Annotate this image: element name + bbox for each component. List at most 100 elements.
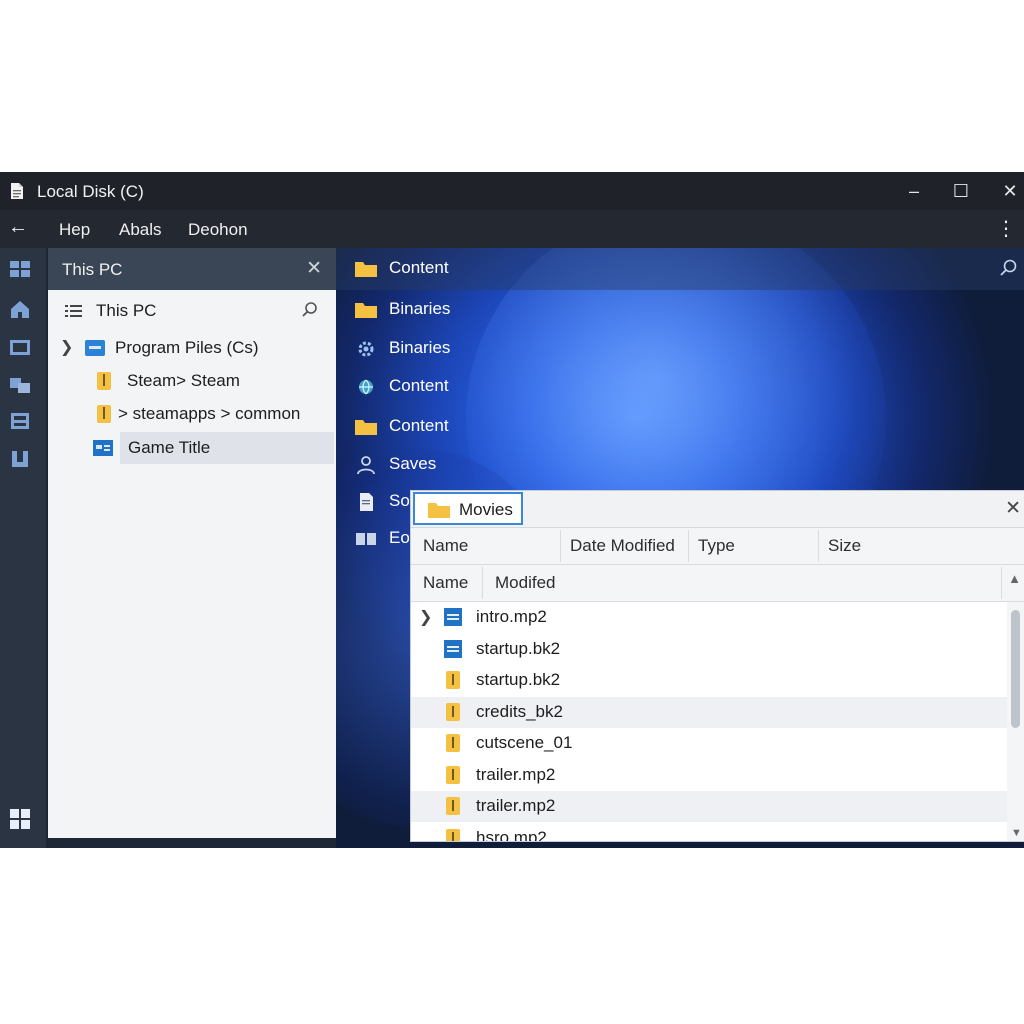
column-type[interactable]: Type xyxy=(698,536,735,556)
column-date-modified[interactable]: Date Modified xyxy=(570,536,675,556)
desktop-item-label: Binaries xyxy=(389,299,451,318)
more-options-icon[interactable]: ⋮ xyxy=(996,216,1016,241)
scrollbar-thumb[interactable] xyxy=(1011,610,1020,728)
desktop-item-label: Content xyxy=(389,376,449,395)
start-menu-icon[interactable] xyxy=(9,808,31,830)
file-list: ❯ intro.mp2 startup.bk2 startup.bk2 cred… xyxy=(411,602,1007,841)
drive-icon[interactable] xyxy=(9,410,31,432)
column-size[interactable]: Size xyxy=(828,536,861,556)
tree-item-label: > steamapps > common xyxy=(118,404,301,423)
close-icon[interactable]: ✕ xyxy=(1005,497,1021,520)
tree-item-steam[interactable]: Steam> Steam xyxy=(48,365,336,397)
table-row[interactable]: hsro.mp2 xyxy=(411,823,1007,841)
app-window-icon xyxy=(93,440,113,456)
column-divider[interactable] xyxy=(482,567,483,599)
tree-item-label: Steam> Steam xyxy=(127,371,240,390)
video-file-icon xyxy=(444,640,462,658)
chevron-right-icon[interactable]: ❯ xyxy=(60,337,73,357)
table-row[interactable]: startup.bk2 xyxy=(411,665,1007,696)
file-name: intro.mp2 xyxy=(476,607,547,626)
table-row[interactable]: trailer.mp2 xyxy=(411,760,1007,791)
tab-bar: Movies ✕ xyxy=(411,491,1024,528)
column-name[interactable]: Name xyxy=(423,573,468,593)
tree-item-label: Game Title xyxy=(128,438,211,457)
search-icon[interactable] xyxy=(998,258,1018,278)
menu-bar: ← Hep Abals Deohon ⋮ xyxy=(0,210,1024,248)
table-row[interactable]: cutscene_01 xyxy=(411,728,1007,759)
folder-icon xyxy=(428,503,450,518)
file-name: trailer.mp2 xyxy=(476,765,556,784)
table-row[interactable]: startup.bk2 xyxy=(411,634,1007,665)
file-name: trailer.mp2 xyxy=(476,796,556,815)
column-divider[interactable] xyxy=(688,530,689,562)
navigation-pane: This PC ✕ This PC ❯ Program Piles (Cs) S… xyxy=(48,248,336,838)
column-divider[interactable] xyxy=(818,530,819,562)
zip-file-icon xyxy=(446,734,460,752)
network-icon[interactable] xyxy=(9,374,31,396)
sub-column-header: Name Modifed ▲ xyxy=(411,565,1024,602)
minimize-button[interactable]: – xyxy=(899,176,929,206)
table-row[interactable]: ❯ intro.mp2 xyxy=(411,602,1007,633)
file-name: startup.bk2 xyxy=(476,670,561,689)
column-modified[interactable]: Modifed xyxy=(495,573,555,593)
document-icon xyxy=(11,183,23,199)
document-icon xyxy=(360,493,373,511)
file-name: credits_bk2 xyxy=(476,702,563,721)
chevron-right-icon[interactable]: ❯ xyxy=(419,607,432,627)
desktop-item-label: Content xyxy=(389,258,449,277)
globe-icon xyxy=(359,379,373,395)
folder-zip-icon xyxy=(97,405,111,423)
search-icon[interactable] xyxy=(301,301,319,319)
menu-item-abals[interactable]: Abals xyxy=(119,220,162,240)
navigation-rail xyxy=(0,248,46,848)
gallery-icon[interactable] xyxy=(9,336,31,358)
tree-item-program-files[interactable]: ❯ Program Piles (Cs) xyxy=(48,332,336,364)
file-name: cutscene_01 xyxy=(476,733,573,752)
scroll-up-icon[interactable]: ▲ xyxy=(1008,571,1021,586)
zip-file-icon xyxy=(446,829,460,841)
maximize-button[interactable]: ☐ xyxy=(946,176,976,206)
download-icon[interactable] xyxy=(9,448,31,470)
folder-icon xyxy=(355,303,377,318)
desktop-item-label: Content xyxy=(389,416,449,435)
column-header: Name Date Modified Type Size xyxy=(411,528,1024,565)
list-icon xyxy=(65,305,82,317)
column-divider[interactable] xyxy=(1001,567,1002,599)
tree-item-steamapps[interactable]: > steamapps > common xyxy=(48,398,336,430)
desktop-item-label: Binaries xyxy=(389,338,451,357)
tab-movies[interactable]: Movies xyxy=(413,492,523,525)
pane-title: This PC xyxy=(62,260,123,279)
close-button[interactable]: ✕ xyxy=(995,176,1024,206)
menu-item-deohon[interactable]: Deohon xyxy=(188,220,248,240)
menu-item-hep[interactable]: Hep xyxy=(59,220,90,240)
folder-icon xyxy=(355,420,377,435)
tree-item-game-title[interactable]: Game Title xyxy=(120,432,334,464)
tree-item-label: This PC xyxy=(96,301,157,320)
vertical-scrollbar[interactable]: ▼ xyxy=(1007,602,1024,841)
file-name: hsro.mp2 xyxy=(476,828,547,841)
folder-icon xyxy=(355,262,377,277)
column-name[interactable]: Name xyxy=(423,536,468,556)
desktop-item-label: Eo xyxy=(389,528,410,547)
file-name: startup.bk2 xyxy=(476,639,561,658)
folder-zip-icon xyxy=(97,372,111,390)
scroll-down-icon[interactable]: ▼ xyxy=(1011,827,1022,839)
window-title: Local Disk (C) xyxy=(37,182,144,201)
home-icon[interactable] xyxy=(9,298,31,320)
pane-header: This PC ✕ xyxy=(48,248,336,290)
zip-file-icon xyxy=(446,766,460,784)
zip-file-icon xyxy=(446,703,460,721)
drive-icon xyxy=(85,340,105,356)
table-row[interactable]: credits_bk2 xyxy=(411,697,1007,728)
tree-item-this-pc[interactable]: This PC xyxy=(48,295,336,327)
desktop-item-label: Saves xyxy=(389,454,437,473)
gear-icon xyxy=(358,341,374,357)
back-arrow-icon[interactable]: ← xyxy=(8,216,28,239)
column-divider[interactable] xyxy=(560,530,561,562)
video-file-icon xyxy=(444,608,462,626)
pc-icon[interactable] xyxy=(9,258,31,280)
movies-window: Movies ✕ Name Date Modified Type Size Na… xyxy=(410,490,1024,842)
table-row[interactable]: trailer.mp2 xyxy=(411,791,1007,822)
user-icon xyxy=(357,456,375,475)
close-pane-icon[interactable]: ✕ xyxy=(306,257,322,280)
